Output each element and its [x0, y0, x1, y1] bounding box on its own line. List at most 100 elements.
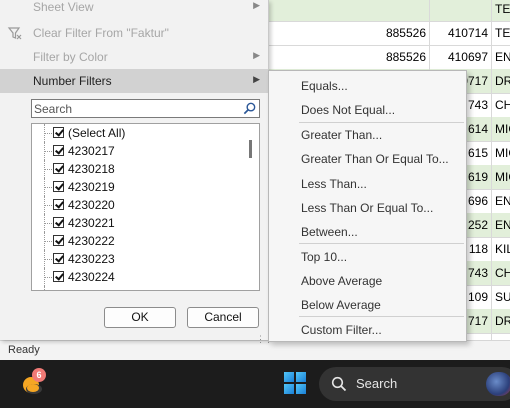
menu-item-does-not-equal[interactable]: Does Not Equal...: [269, 97, 466, 121]
table-cell[interactable]: CHA: [492, 93, 510, 117]
menu-item-label: Below Average: [301, 298, 381, 312]
menu-item-between[interactable]: Between...: [269, 219, 466, 243]
table-cell[interactable]: 410697: [430, 45, 492, 69]
table-cell[interactable]: ENE: [492, 213, 510, 237]
chevron-right-icon: ▶: [253, 0, 260, 10]
table-cell[interactable]: MIC: [492, 117, 510, 141]
menu-item-greater-than-or-equal[interactable]: Greater Than Or Equal To...: [269, 146, 466, 170]
table-cell[interactable]: [337, 0, 430, 21]
list-item-label: 4230223: [68, 252, 115, 266]
taskbar-search[interactable]: Search: [319, 367, 510, 401]
menu-item-equals[interactable]: Equals...: [269, 73, 466, 97]
table-cell[interactable]: ENE: [492, 189, 510, 213]
menu-item-number-filters[interactable]: Number Filters ▶: [0, 69, 268, 93]
filter-values-list[interactable]: (Select All) 4230217 4230218 4230219 4230220…: [31, 123, 260, 291]
tree-connector: [45, 205, 52, 207]
table-cell[interactable]: 885526: [337, 21, 430, 45]
list-item[interactable]: 4230224: [32, 268, 242, 286]
table-cell[interactable]: 410714: [430, 21, 492, 45]
table-row: 885526410714TEH: [262, 21, 510, 46]
tree-connector: [45, 169, 52, 171]
menu-item-clear-filter[interactable]: Clear Filter From "Faktur": [0, 21, 268, 45]
list-item[interactable]: 4230219: [32, 178, 242, 196]
search-icon[interactable]: [242, 101, 257, 116]
table-cell[interactable]: TEH: [492, 21, 510, 45]
number-filters-submenu: Equals... Does Not Equal... Greater Than…: [268, 70, 467, 342]
menu-item-label: Custom Filter...: [301, 323, 382, 337]
list-item-label: 4230224: [68, 270, 115, 284]
list-item-label: 4230220: [68, 198, 115, 212]
cancel-button[interactable]: Cancel: [187, 307, 259, 328]
status-text: Ready: [8, 344, 40, 356]
tree-connector: [45, 133, 52, 135]
menu-item-label: Greater Than...: [301, 128, 383, 142]
list-item-label: 4230218: [68, 162, 115, 176]
table-cell[interactable]: DRI: [492, 309, 510, 333]
list-item[interactable]: 4230222: [32, 232, 242, 250]
checkbox[interactable]: [53, 181, 64, 192]
list-item[interactable]: (Select All): [32, 124, 242, 142]
notification-badge: 6: [32, 368, 46, 382]
menu-item-label: Equals...: [301, 79, 348, 93]
menu-item-label: Between...: [301, 225, 358, 239]
list-item[interactable]: 4230221: [32, 214, 242, 232]
table-cell[interactable]: MIC: [492, 165, 510, 189]
list-item[interactable]: 4230223: [32, 250, 242, 268]
status-bar: Ready: [0, 340, 510, 361]
table-cell[interactable]: SUP: [492, 285, 510, 309]
clear-filter-icon: [7, 27, 22, 40]
list-item-label: 4230221: [68, 216, 115, 230]
menu-item-sheet-view[interactable]: Sheet View ▶: [0, 0, 268, 19]
table-cell[interactable]: ENE: [492, 45, 510, 69]
table-cell[interactable]: MIC: [492, 141, 510, 165]
chevron-right-icon: ▶: [253, 74, 260, 84]
taskbar: 6 Search: [0, 360, 510, 408]
list-item[interactable]: 4230220: [32, 196, 242, 214]
menu-item-label: Number Filters: [33, 74, 112, 88]
checkbox[interactable]: [53, 217, 64, 228]
table-cell[interactable]: 885526: [337, 45, 430, 69]
list-item[interactable]: 4230217: [32, 142, 242, 160]
menu-item-label: Above Average: [301, 274, 383, 288]
table-cell[interactable]: [430, 0, 492, 21]
list-item[interactable]: 4230218: [32, 160, 242, 178]
tree-connector: [45, 241, 52, 243]
menu-item-less-than-or-equal[interactable]: Less Than Or Equal To...: [269, 195, 466, 219]
menu-item-above-average[interactable]: Above Average: [269, 268, 466, 292]
table-cell[interactable]: DRI: [492, 69, 510, 93]
menu-item-custom-filter[interactable]: Custom Filter...: [269, 317, 466, 341]
menu-item-label: Does Not Equal...: [301, 103, 396, 117]
taskbar-search-label: Search: [356, 376, 398, 391]
checkbox[interactable]: [53, 253, 64, 264]
checkbox[interactable]: [53, 163, 64, 174]
menu-item-label: Clear Filter From "Faktur": [33, 26, 169, 40]
menu-item-label: Greater Than Or Equal To...: [301, 152, 449, 166]
checkbox[interactable]: [53, 199, 64, 210]
table-row: 885526410697ENE: [262, 45, 510, 70]
ok-button[interactable]: OK: [104, 307, 176, 328]
list-item[interactable]: [32, 286, 242, 290]
tree-connector: [44, 286, 46, 290]
menu-item-top-10[interactable]: Top 10...: [269, 244, 466, 268]
list-scrollbar[interactable]: [243, 124, 259, 290]
menu-item-greater-than[interactable]: Greater Than...: [269, 122, 466, 146]
menu-item-label: Filter by Color: [33, 50, 108, 64]
filter-search-box: [31, 99, 260, 118]
list-item-label: 4230217: [68, 144, 115, 158]
tree-connector: [45, 151, 52, 153]
table-cell[interactable]: KIL: [492, 237, 510, 261]
scrollbar-thumb[interactable]: [249, 140, 252, 158]
menu-item-filter-by-color[interactable]: Filter by Color ▶: [0, 45, 268, 69]
list-item-label: 4230222: [68, 234, 115, 248]
menu-item-less-than[interactable]: Less Than...: [269, 171, 466, 195]
checkbox[interactable]: [53, 145, 64, 156]
table-cell[interactable]: TEH: [492, 0, 510, 21]
checkbox[interactable]: [53, 127, 64, 138]
list-item-label: (Select All): [68, 126, 126, 140]
table-cell[interactable]: CHA: [492, 261, 510, 285]
filter-search-input[interactable]: [34, 101, 234, 116]
menu-item-below-average[interactable]: Below Average: [269, 292, 466, 316]
checkbox[interactable]: [53, 271, 64, 282]
windows-start-icon[interactable]: [284, 372, 306, 394]
checkbox[interactable]: [53, 235, 64, 246]
